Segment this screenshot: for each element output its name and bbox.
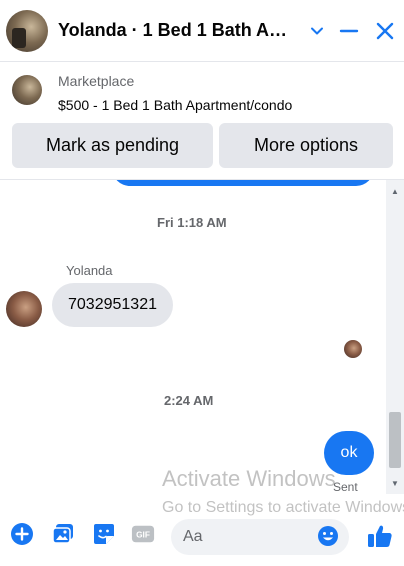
mark-as-pending-button[interactable]: Mark as pending (12, 123, 213, 168)
scrollbar-thumb[interactable] (389, 412, 401, 468)
previous-outgoing-bubble (112, 180, 374, 186)
listing-title[interactable]: $500 - 1 Bed 1 Bath Apartment/condo (58, 97, 292, 113)
svg-text:GIF: GIF (136, 530, 150, 540)
sticker-icon[interactable] (92, 522, 116, 546)
scroll-down-arrow-icon[interactable]: ▼ (390, 478, 400, 488)
more-options-button[interactable]: More options (219, 123, 393, 168)
contact-avatar[interactable] (6, 10, 48, 52)
chevron-down-icon[interactable] (304, 18, 330, 44)
listing-thumbnail[interactable] (12, 75, 42, 105)
incoming-message-bubble[interactable]: 7032951321 (52, 283, 173, 327)
gif-icon[interactable]: GIF (131, 522, 155, 546)
marketplace-panel: Marketplace $500 - 1 Bed 1 Bath Apartmen… (0, 62, 404, 180)
message-status: Sent (333, 480, 358, 494)
photo-icon[interactable] (51, 522, 75, 546)
watermark-title: Activate Windows (162, 466, 336, 491)
marketplace-label: Marketplace (58, 73, 135, 89)
close-icon[interactable] (372, 18, 398, 44)
timestamp: 2:24 AM (164, 393, 214, 408)
thumbs-up-icon[interactable] (366, 522, 394, 550)
scrollbar[interactable]: ▲ ▼ (386, 180, 404, 494)
chat-header: Yolanda · 1 Bed 1 Bath Apartment/condo (0, 0, 404, 62)
plus-icon[interactable] (10, 522, 34, 546)
minimize-icon[interactable] (336, 18, 362, 44)
conversation-area[interactable]: Fri 1:18 AM Yolanda 7032951321 2:24 AM o… (0, 180, 386, 494)
timestamp: Fri 1:18 AM (157, 215, 227, 230)
emoji-icon[interactable] (317, 525, 339, 547)
sender-avatar[interactable] (6, 291, 42, 327)
chat-title[interactable]: Yolanda · 1 Bed 1 Bath Apartment/condo (58, 20, 298, 41)
message-composer: GIF (0, 510, 404, 566)
scroll-up-arrow-icon[interactable]: ▲ (390, 186, 400, 196)
read-receipt-avatar (344, 340, 362, 358)
sender-name: Yolanda (66, 263, 113, 278)
